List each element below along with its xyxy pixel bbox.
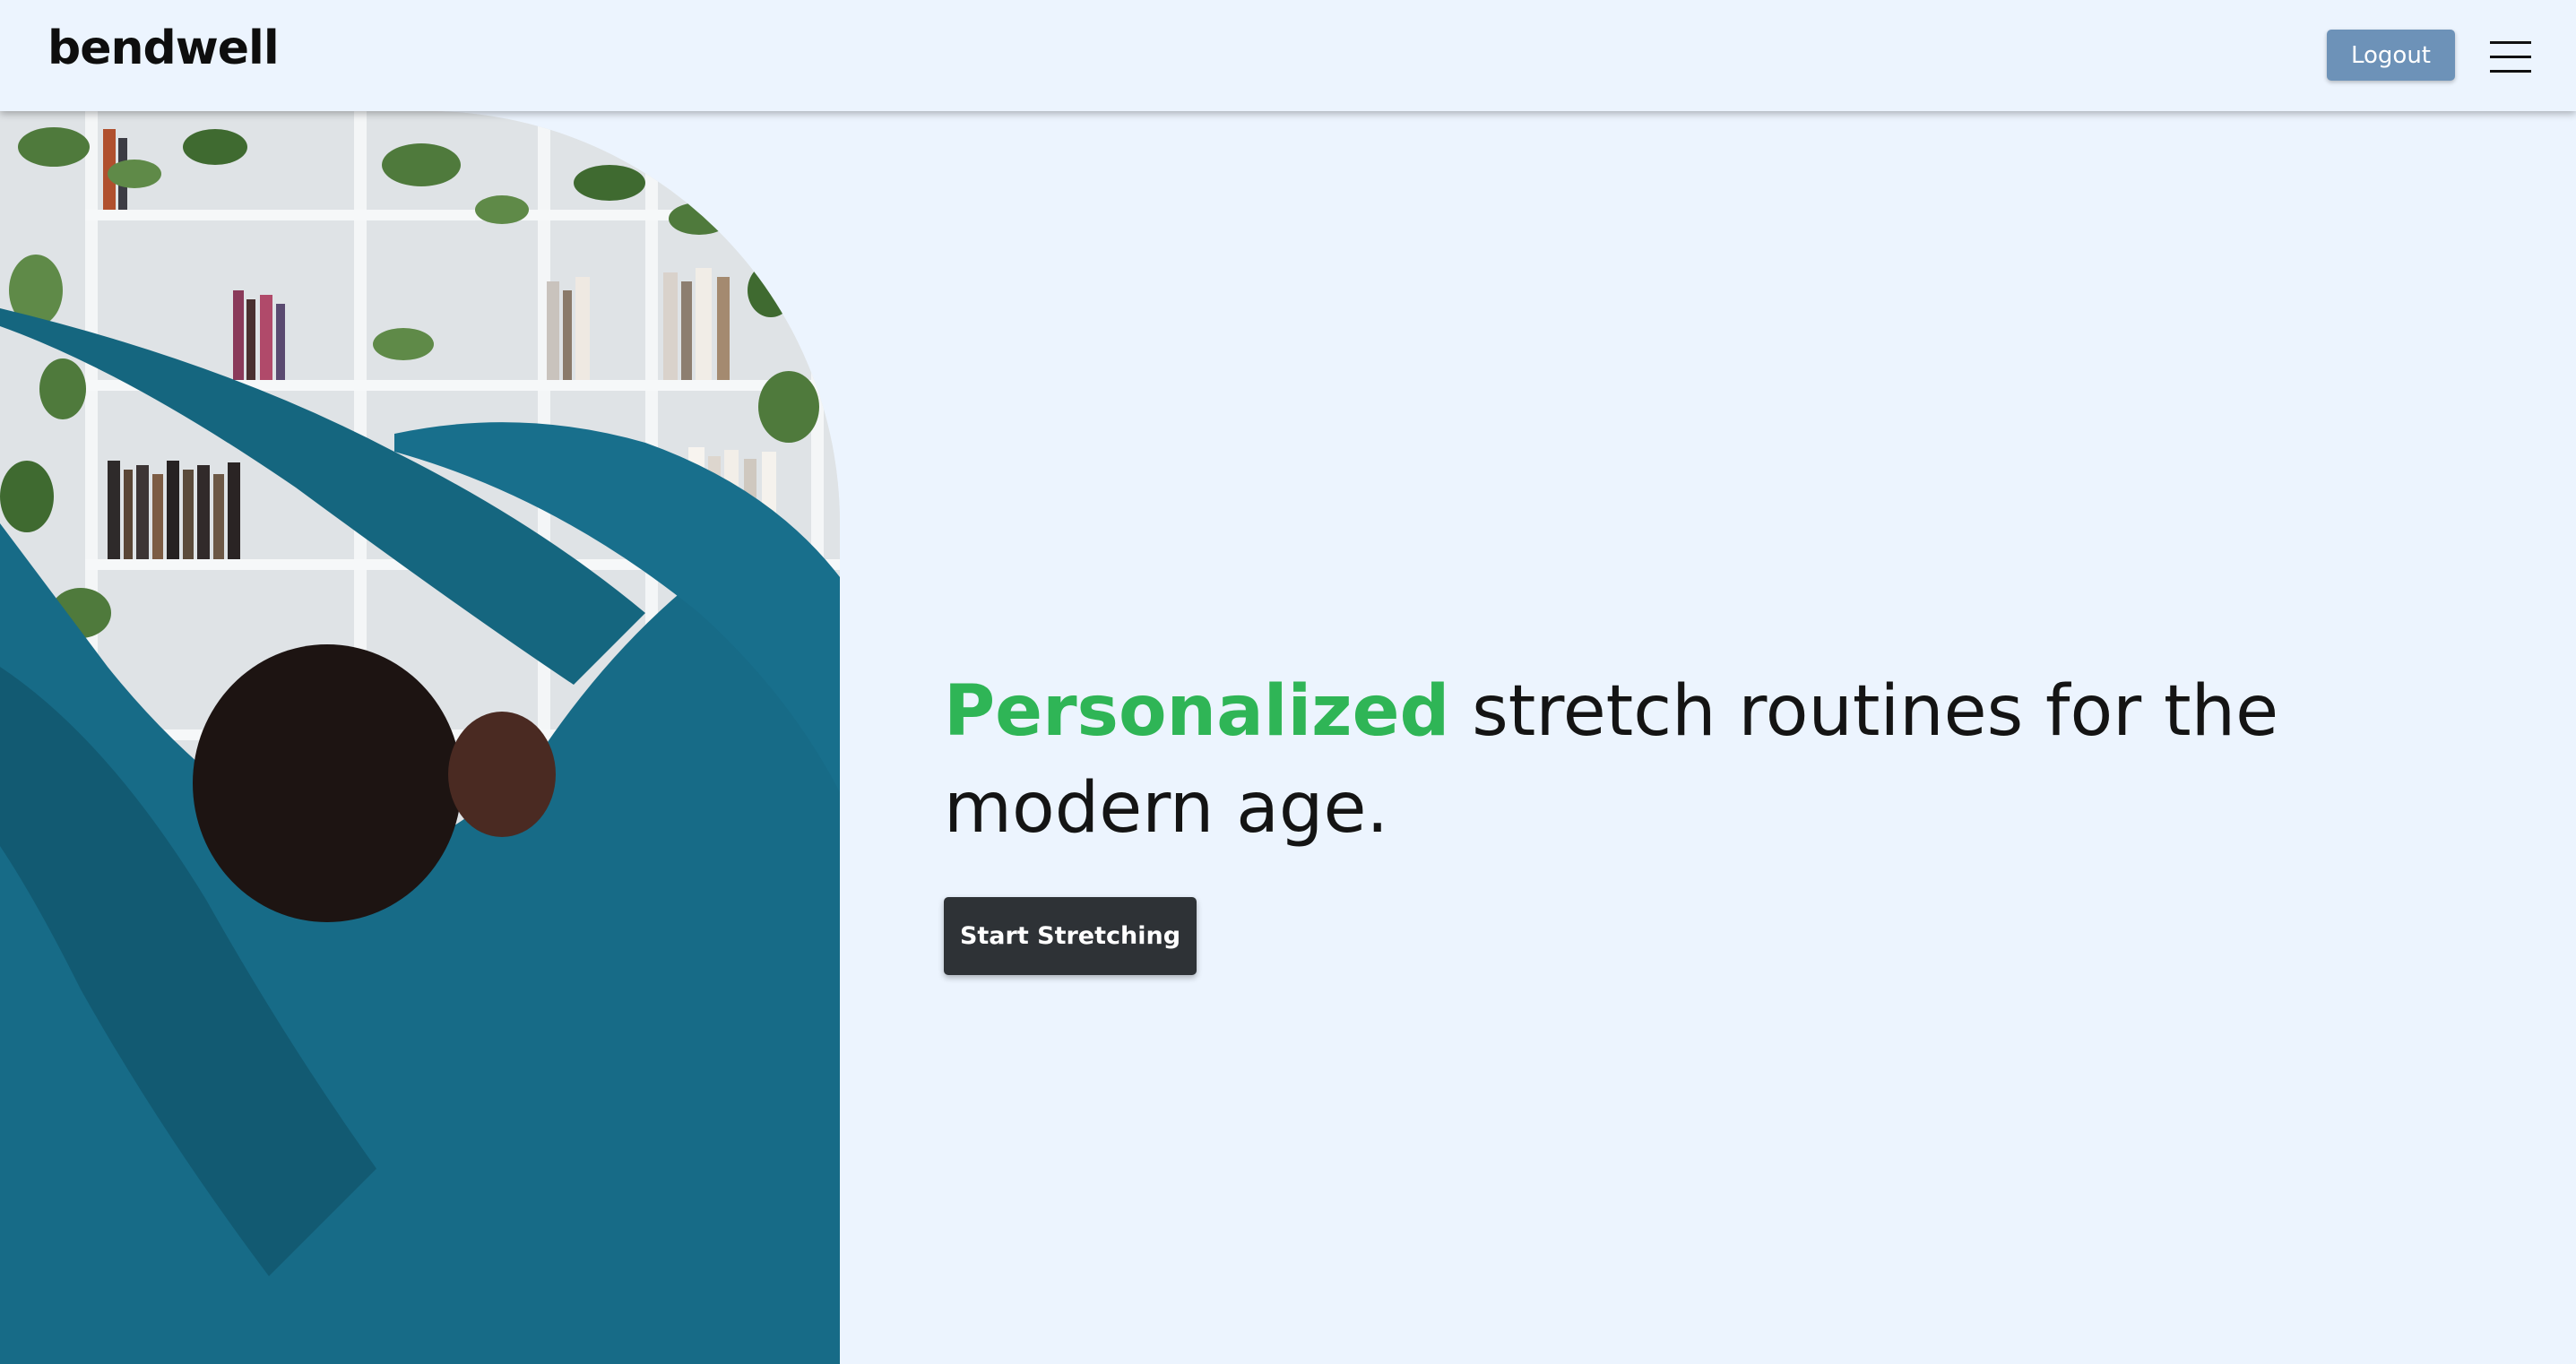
menu-line: [2490, 41, 2531, 44]
logout-button[interactable]: Logout: [2327, 30, 2455, 81]
top-navbar: bendwell Logout: [0, 0, 2576, 111]
hero-headline: Personalized stretch routines for the mo…: [944, 663, 2468, 857]
hero-image: [0, 111, 840, 1364]
start-stretching-button[interactable]: Start Stretching: [944, 897, 1197, 975]
stretching-person-illustration: [0, 111, 840, 1364]
menu-line: [2490, 70, 2531, 73]
landing-page: bendwell Logout Personalized stretch rou…: [0, 0, 2576, 1364]
hamburger-menu-icon[interactable]: [2485, 36, 2537, 77]
menu-line: [2490, 56, 2531, 58]
headline-accent: Personalized: [944, 671, 1450, 752]
brand-logo[interactable]: bendwell: [48, 22, 280, 75]
